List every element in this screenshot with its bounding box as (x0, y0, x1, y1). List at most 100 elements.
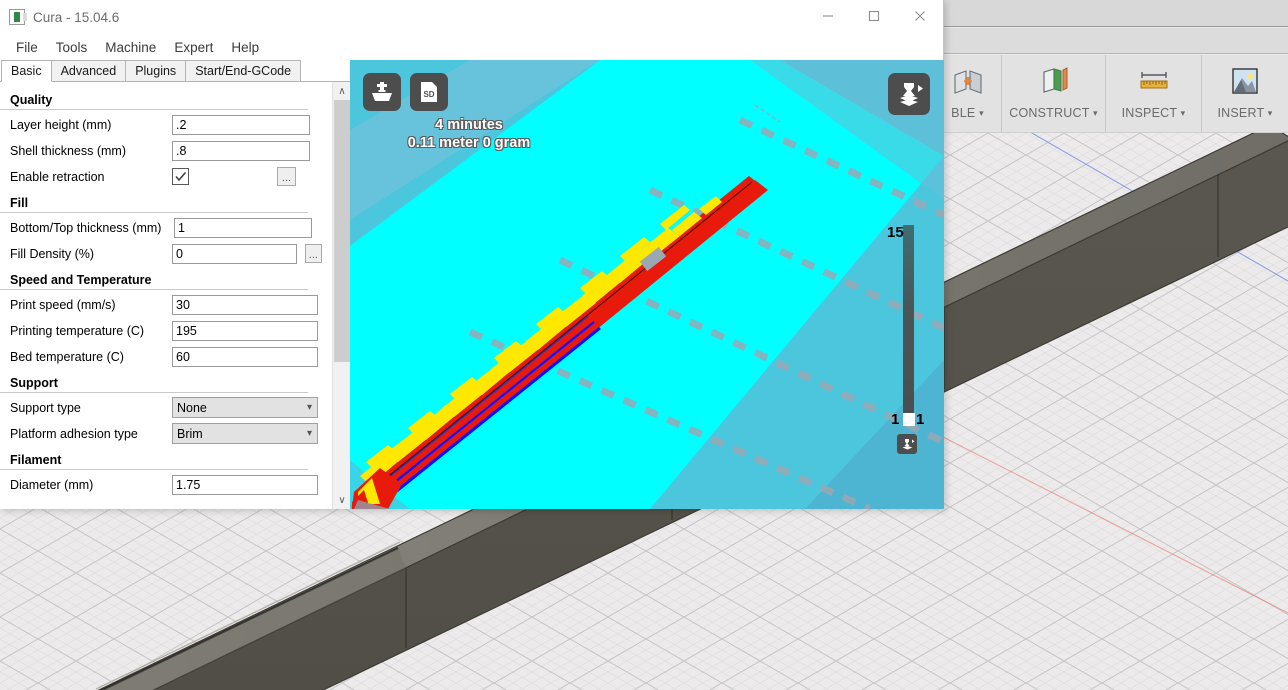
cura-app-icon (9, 9, 25, 25)
window-controls (805, 0, 943, 32)
scrollbar-thumb[interactable] (334, 100, 350, 362)
save-toolpath-icon[interactable] (363, 73, 401, 111)
menu-tools[interactable]: Tools (47, 38, 97, 57)
label-printing-temperature: Printing temperature (C) (10, 323, 145, 338)
label-layer-height: Layer height (mm) (10, 117, 112, 132)
tab-basic[interactable]: Basic (1, 60, 52, 82)
menu-machine[interactable]: Machine (96, 38, 165, 57)
layer-slider[interactable]: 15 1 1 (887, 215, 929, 445)
layer-slider-handle[interactable] (903, 413, 915, 426)
menu-help[interactable]: Help (222, 38, 268, 57)
setting-row-fill-density[interactable]: Fill Density (%) 0 ... (0, 242, 322, 265)
setting-row-diameter[interactable]: Diameter (mm) 1.75 (0, 473, 322, 496)
layer-slider-track[interactable] (903, 225, 914, 423)
chevron-down-icon: ▾ (306, 402, 312, 413)
sd-card-icon[interactable]: SD (410, 73, 448, 111)
layer-slider-top-value: 15 (887, 224, 904, 241)
layer-slider-current-value-right: 1 (916, 411, 925, 428)
tab-advanced[interactable]: Advanced (50, 60, 127, 81)
input-layer-height[interactable]: .2 (172, 114, 310, 135)
minimize-button[interactable] (805, 0, 851, 32)
chevron-down-icon: ▾ (1093, 108, 1098, 118)
label-bed-temperature: Bed temperature (C) (10, 349, 124, 364)
more-button-fill-density[interactable]: ... (304, 244, 322, 263)
settings-scroll-region[interactable]: Quality Layer height (mm) .2 Shell thick… (0, 82, 350, 509)
select-platform-adhesion-type[interactable]: Brim ▾ (172, 423, 318, 444)
menu-file[interactable]: File (7, 38, 47, 57)
label-diameter: Diameter (mm) (10, 477, 94, 492)
measure-ruler-icon (1135, 61, 1173, 101)
toolbar-group-assemble[interactable]: BLE ▾ (934, 55, 1002, 133)
tab-start-end-gcode[interactable]: Start/End-GCode (185, 60, 302, 81)
chevron-down-icon: ▾ (1267, 108, 1273, 118)
cura-window[interactable]: Cura - 15.04.6 File Tools Machine Expert… (0, 0, 944, 509)
cura-tab-bar[interactable]: Basic Advanced Plugins Start/End-GCode (0, 60, 350, 82)
close-button[interactable] (897, 0, 943, 32)
construct-plane-icon (1036, 61, 1072, 101)
toolbar-group-insert[interactable]: INSERT ▾ (1202, 55, 1288, 133)
input-printing-temperature[interactable]: 195 (172, 320, 318, 341)
layer-slider-current-value-left: 1 (891, 411, 900, 428)
menu-expert[interactable]: Expert (165, 38, 222, 57)
setting-row-print-speed[interactable]: Print speed (mm/s) 30 (0, 293, 322, 316)
more-button-retraction[interactable]: ... (277, 167, 296, 186)
cura-titlebar[interactable]: Cura - 15.04.6 (0, 0, 943, 34)
maximize-button[interactable] (851, 0, 897, 32)
print-estimate: 4 minutes 0.11 meter 0 gram (354, 116, 584, 152)
settings-group-quality: Quality (0, 88, 308, 110)
chevron-down-icon: ▾ (979, 108, 984, 118)
input-shell-thickness[interactable]: .8 (172, 140, 310, 161)
toolbar-label-inspect: INSPECT ▾ (1121, 106, 1186, 120)
scroll-up-arrow-icon[interactable]: ∧ (333, 82, 351, 100)
label-print-speed: Print speed (mm/s) (10, 297, 116, 312)
label-shell-thickness: Shell thickness (mm) (10, 143, 126, 158)
setting-row-bottom-top-thickness[interactable]: Bottom/Top thickness (mm) 1 (0, 216, 322, 239)
setting-row-support-type[interactable]: Support type None ▾ (0, 396, 322, 419)
setting-row-layer-height[interactable]: Layer height (mm) .2 (0, 113, 322, 136)
input-diameter[interactable]: 1.75 (172, 474, 318, 495)
label-platform-adhesion-type: Platform adhesion type (10, 426, 138, 441)
setting-row-enable-retraction[interactable]: Enable retraction ... (0, 165, 322, 188)
settings-group-fill: Fill (0, 191, 308, 213)
print-time: 4 minutes (435, 117, 503, 133)
assemble-icon (951, 61, 985, 101)
toolbar-group-inspect[interactable]: INSPECT ▾ (1106, 55, 1202, 133)
label-enable-retraction: Enable retraction (10, 169, 105, 184)
cura-gcode-viewport[interactable]: SD 4 minutes 0.11 meter 0 gram 15 1 1 (350, 60, 944, 509)
settings-group-speed-temperature: Speed and Temperature (0, 268, 308, 290)
select-platform-adhesion-type-value: Brim (177, 426, 203, 441)
tab-plugins[interactable]: Plugins (125, 60, 187, 81)
setting-row-bed-temperature[interactable]: Bed temperature (C) 60 (0, 345, 322, 368)
settings-group-support: Support (0, 371, 308, 393)
input-print-speed[interactable]: 30 (172, 294, 318, 315)
setting-row-shell-thickness[interactable]: Shell thickness (mm) .8 (0, 139, 322, 162)
input-bottom-top-thickness[interactable]: 1 (174, 217, 312, 238)
cura-body: Basic Advanced Plugins Start/End-GCode Q… (0, 60, 944, 509)
input-fill-density[interactable]: 0 (172, 243, 297, 264)
checkbox-enable-retraction[interactable] (172, 168, 189, 185)
cura-window-title: Cura - 15.04.6 (33, 9, 120, 25)
select-support-type-value: None (177, 400, 207, 415)
cura-menubar[interactable]: File Tools Machine Expert Help (0, 34, 943, 60)
toolbar-label-assemble: BLE ▾ (951, 106, 984, 120)
svg-text:SD: SD (423, 90, 434, 99)
label-bottom-top-thickness: Bottom/Top thickness (mm) (10, 220, 162, 235)
chevron-down-icon: ▾ (306, 428, 312, 439)
scroll-down-arrow-icon[interactable]: ∨ (333, 491, 351, 509)
toolbar-label-construct: CONSTRUCT ▾ (1009, 106, 1098, 120)
chevron-down-icon: ▾ (1180, 108, 1186, 118)
input-bed-temperature[interactable]: 60 (172, 346, 318, 367)
label-support-type: Support type (10, 400, 81, 415)
layers-view-icon[interactable] (888, 73, 930, 115)
insert-image-icon (1228, 61, 1262, 101)
select-support-type[interactable]: None ▾ (172, 397, 318, 418)
toolbar-label-insert: INSERT ▾ (1217, 106, 1273, 120)
settings-scrollbar[interactable]: ∧ ∨ (332, 82, 350, 509)
toolbar-group-construct[interactable]: CONSTRUCT ▾ (1002, 55, 1106, 133)
check-icon (175, 172, 187, 182)
print-material: 0.11 meter 0 gram (407, 135, 531, 151)
setting-row-platform-adhesion-type[interactable]: Platform adhesion type Brim ▾ (0, 422, 322, 445)
setting-row-printing-temperature[interactable]: Printing temperature (C) 195 (0, 319, 322, 342)
settings-group-filament: Filament (0, 448, 308, 470)
cura-settings-pane: Basic Advanced Plugins Start/End-GCode Q… (0, 60, 350, 509)
